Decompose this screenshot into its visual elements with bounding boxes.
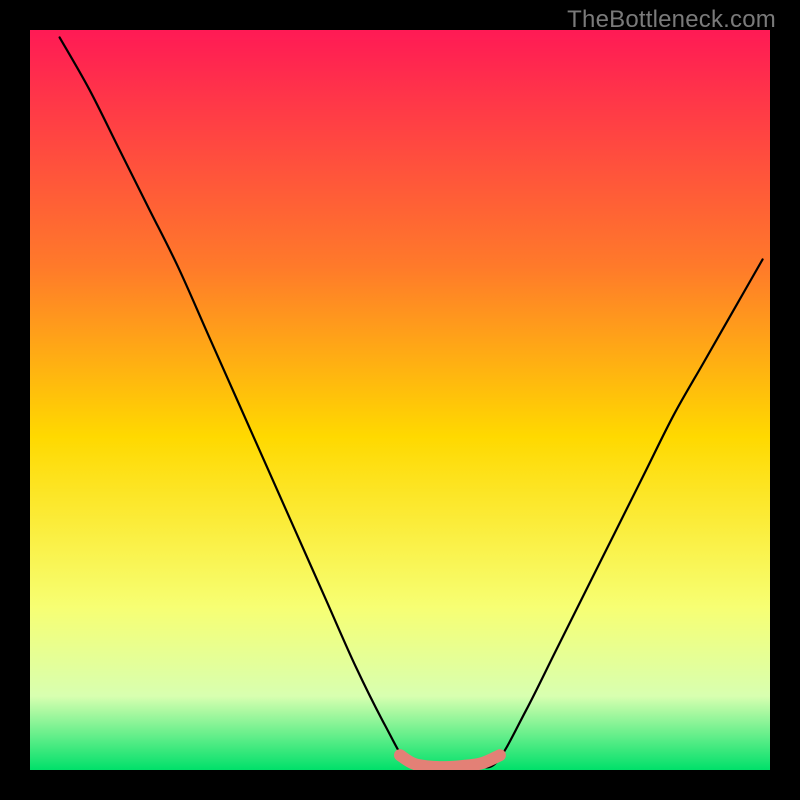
gradient-background [30,30,770,770]
bottleneck-chart [30,30,770,770]
plot-area [30,30,770,770]
chart-frame: TheBottleneck.com [0,0,800,800]
